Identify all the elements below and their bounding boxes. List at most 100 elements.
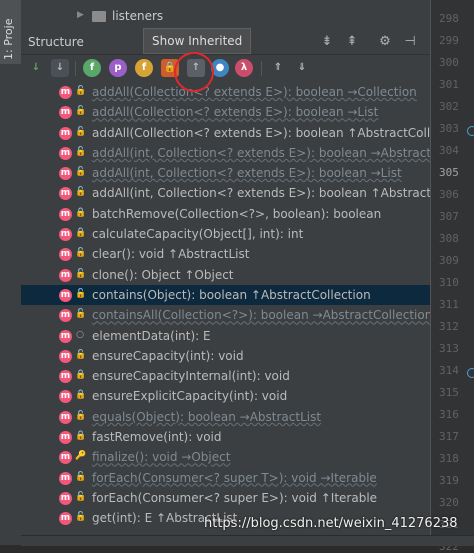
expand-all-icon[interactable]: ⇟ (319, 34, 335, 50)
line-number: 320 (439, 496, 459, 509)
method-icon: m (59, 410, 72, 424)
watermark: https://blog.csdn.net/weixin_41276238 (204, 516, 458, 531)
member-row[interactable]: m 🔓 forEach(Consumer<? super T>): void →It… (21, 468, 430, 488)
expand-arrow-icon[interactable]: ▶ (77, 10, 84, 20)
line-number: 303 (439, 122, 459, 135)
member-row[interactable]: m 🔓 ensureCapacity(int): void (21, 346, 430, 366)
line-number: 305 (439, 166, 459, 179)
line-number-gutter: 298 299 300 301 302 303 304 305 306 307 308 309 310 3… (430, 0, 474, 553)
line-number: 315 (439, 386, 459, 399)
override-marker-icon[interactable] (467, 368, 474, 378)
member-signature: finalize(): void →Object (92, 450, 231, 465)
member-row[interactable]: m 🔒 ensureExplicitCapacity(int): void (21, 386, 430, 406)
member-row[interactable]: m 🔓 addAll(int, Collection<? extends E>): … (21, 143, 430, 163)
member-row[interactable]: m 🔓 forEach(Consumer<? super E>): void ↑It… (21, 488, 430, 508)
show-properties-icon[interactable]: p (109, 59, 127, 77)
method-icon: m (59, 370, 72, 384)
line-number: 300 (439, 56, 459, 69)
project-tree-row[interactable]: ▶ listeners (21, 0, 430, 30)
line-number: 312 (439, 320, 459, 333)
member-signature: equals(Object): boolean →AbstractList (92, 409, 322, 424)
method-icon: m (59, 491, 72, 505)
tree-node-label: listeners (112, 9, 164, 23)
member-signature: addAll(Collection<? extends E>): boolean… (92, 105, 379, 120)
sort-alphabetically-icon[interactable]: ↓ (51, 59, 69, 77)
line-number: 310 (439, 276, 459, 289)
member-row[interactable]: m 🔓 contains(Object): boolean ↑AbstractCol… (21, 284, 430, 306)
public-visibility-icon: 🔓 (75, 349, 87, 360)
method-icon: m (59, 167, 72, 181)
public-visibility-icon: 🔓 (75, 106, 87, 117)
method-icon: m (59, 86, 72, 99)
private-visibility-icon: 🔒 (75, 207, 87, 218)
private-visibility-icon: 🔒 (75, 228, 87, 239)
line-number: 313 (439, 342, 459, 355)
member-row[interactable]: m 🔓 equals(Object): boolean →AbstractList (21, 407, 430, 427)
method-icon: m (59, 471, 72, 485)
line-number: 307 (439, 210, 459, 223)
line-number: 314 (439, 364, 459, 377)
member-signature: addAll(Collection<? extends E>): boolean… (92, 125, 430, 140)
line-number: 318 (439, 452, 459, 465)
public-visibility-icon: 🔓 (75, 309, 87, 320)
show-fields-lock-icon[interactable]: f (135, 59, 153, 77)
public-visibility-icon: 🔓 (75, 288, 87, 299)
member-row[interactable]: m 🔒 calculateCapacity(Object[], int): int (21, 224, 430, 244)
gear-icon[interactable]: ⚙ (377, 34, 393, 50)
member-row[interactable]: m 🔓 addAll(int, Collection<? extends E>): … (21, 163, 430, 183)
public-visibility-icon: 🔓 (75, 512, 87, 523)
autoscroll-from-source-icon[interactable]: ⇓ (293, 59, 311, 77)
member-signature: fastRemove(int): void (92, 430, 222, 445)
member-signature: addAll(Collection<? extends E>): boolean… (92, 85, 417, 99)
member-signature: addAll(int, Collection<? extends E>): bo… (92, 166, 402, 181)
method-icon: m (59, 228, 72, 242)
public-visibility-icon: 🔓 (75, 491, 87, 502)
member-row[interactable]: m 🔓 containsAll(Collection<?>): boolean →A… (21, 305, 430, 325)
autoscroll-to-source-icon[interactable]: ⇑ (269, 59, 287, 77)
line-number: 308 (439, 232, 459, 245)
override-marker-icon[interactable] (467, 126, 474, 136)
member-row[interactable]: m 🔒 batchRemove(Collection<?>, boolean): b… (21, 204, 430, 224)
member-signature: batchRemove(Collection<?>, boolean): boo… (92, 206, 382, 221)
method-icon: m (59, 329, 72, 343)
member-signature: containsAll(Collection<?>): boolean →Abs… (92, 308, 430, 323)
member-signature: clone(): Object ↑Object (92, 267, 234, 282)
line-number: 317 (439, 430, 459, 443)
member-row[interactable]: m 🔓 addAll(int, Collection<? extends E>): … (21, 183, 430, 203)
collapse-all-icon[interactable]: ⇞ (344, 34, 360, 50)
member-signature: contains(Object): boolean ↑AbstractColle… (92, 287, 371, 302)
sort-by-visibility-icon[interactable]: ↓ (27, 59, 45, 77)
public-visibility-icon: 🔓 (75, 471, 87, 482)
member-row[interactable]: m 🔒 ensureCapacityInternal(int): void (21, 366, 430, 386)
member-row[interactable]: m 🔓 addAll(Collection<? extends E>): boole… (21, 82, 430, 102)
public-visibility-icon: 🔓 (75, 187, 87, 198)
show-lambdas-icon[interactable]: λ (235, 59, 253, 77)
left-tool-strip: 1: Proje (0, 0, 22, 545)
member-row[interactable]: m 🔓 clear(): void ↑AbstractList (21, 244, 430, 264)
method-icon: m (59, 248, 72, 262)
member-row[interactable]: m 🔓 clone(): Object ↑Object (21, 265, 430, 285)
member-signature: forEach(Consumer<? super E>): void ↑Iter… (92, 490, 378, 505)
member-signature: clear(): void ↑AbstractList (92, 247, 250, 262)
method-icon: m (59, 390, 72, 404)
member-row[interactable]: m 🔒 fastRemove(int): void (21, 427, 430, 447)
line-number: 316 (439, 408, 459, 421)
member-row[interactable]: m 🔓 addAll(Collection<? extends E>): boole… (21, 102, 430, 122)
project-tab-label: 1: Proje (2, 18, 15, 60)
structure-toolbar: ↓ ↓ f p f 🔒 ↑ ● λ ⇑ ⇓ (21, 54, 430, 83)
project-tool-tab[interactable]: 1: Proje (0, 0, 21, 64)
show-fields-icon[interactable]: f (83, 59, 101, 77)
member-signature: forEach(Consumer<? super T>): void →Iter… (92, 470, 377, 485)
public-visibility-icon: 🔓 (75, 146, 87, 157)
member-list: m 🔓 addAll(Collection<? extends E>): boole… (21, 82, 430, 529)
public-visibility-icon: 🔓 (75, 126, 87, 137)
member-row[interactable]: m 🔓 addAll(Collection<? extends E>): boole… (21, 123, 430, 143)
method-icon: m (59, 146, 72, 160)
line-number: 302 (439, 100, 459, 113)
line-number: 306 (439, 188, 459, 201)
line-number: 319 (439, 474, 459, 487)
line-number: 299 (439, 34, 459, 47)
member-row[interactable]: m 🔑 finalize(): void →Object (21, 447, 430, 467)
member-row[interactable]: m ○ elementData(int): E (21, 326, 430, 346)
hide-panel-icon[interactable]: ⊣ (402, 34, 418, 50)
